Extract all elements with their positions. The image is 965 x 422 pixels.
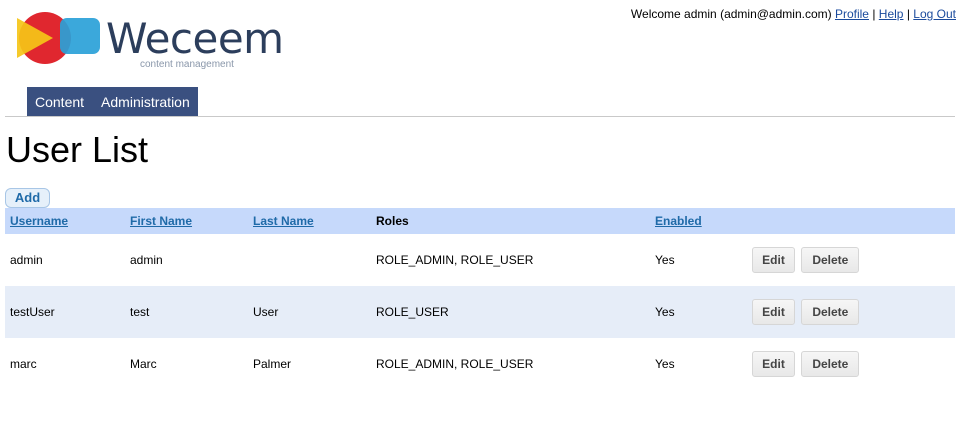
cell-actions: Edit Delete bbox=[747, 234, 955, 286]
nav-item-content[interactable]: Content bbox=[35, 94, 84, 110]
table-row: admin admin ROLE_ADMIN, ROLE_USER Yes Ed… bbox=[5, 234, 955, 286]
cell-last-name bbox=[248, 234, 371, 286]
user-table: Username First Name Last Name Roles Enab… bbox=[5, 208, 955, 390]
separator: | bbox=[872, 7, 876, 21]
header-first-name: First Name bbox=[125, 208, 248, 234]
cell-roles: ROLE_USER bbox=[371, 286, 650, 338]
cell-username: marc bbox=[10, 357, 37, 371]
cell-actions: Edit Delete bbox=[747, 338, 955, 390]
profile-link[interactable]: Profile bbox=[835, 7, 869, 21]
header-last-name: Last Name bbox=[248, 208, 371, 234]
sort-enabled-link[interactable]: Enabled bbox=[655, 214, 702, 228]
weceem-logo: Weceem content management bbox=[15, 8, 284, 70]
cell-last-name: User bbox=[248, 286, 371, 338]
cell-username: admin bbox=[10, 253, 43, 267]
user-bar: Welcome admin (admin@admin.com) Profile … bbox=[631, 7, 956, 21]
add-user-button[interactable]: Add bbox=[5, 188, 50, 208]
cell-actions: Edit Delete bbox=[747, 286, 955, 338]
cell-roles: ROLE_ADMIN, ROLE_USER bbox=[376, 253, 534, 267]
logo-tagline: content management bbox=[140, 59, 234, 70]
cell-first-name: test bbox=[125, 286, 248, 338]
logout-link[interactable]: Log Out bbox=[913, 7, 956, 21]
edit-button[interactable]: Edit bbox=[752, 247, 795, 273]
weceem-logo-icon bbox=[17, 12, 100, 64]
delete-button[interactable]: Delete bbox=[801, 247, 860, 273]
header-roles: Roles bbox=[371, 208, 650, 234]
header-enabled: Enabled bbox=[650, 208, 747, 234]
cell-first-name: admin bbox=[130, 253, 163, 267]
sort-username-link[interactable]: Username bbox=[10, 214, 68, 228]
nav-divider bbox=[5, 116, 955, 117]
cell-roles: ROLE_ADMIN, ROLE_USER bbox=[376, 357, 534, 371]
edit-button[interactable]: Edit bbox=[752, 299, 795, 325]
separator: | bbox=[906, 7, 910, 21]
welcome-text: Welcome admin (admin@admin.com) bbox=[630, 7, 832, 21]
edit-button[interactable]: Edit bbox=[752, 351, 795, 377]
cell-last-name: Palmer bbox=[253, 357, 292, 371]
help-link[interactable]: Help bbox=[879, 7, 904, 21]
delete-button[interactable]: Delete bbox=[801, 299, 860, 325]
delete-button[interactable]: Delete bbox=[801, 351, 860, 377]
cell-enabled: Yes bbox=[655, 357, 675, 371]
sort-first-name-link[interactable]: First Name bbox=[130, 214, 192, 228]
cell-username: testUser bbox=[5, 286, 125, 338]
table-header-row: Username First Name Last Name Roles Enab… bbox=[5, 208, 955, 234]
page-title: User List bbox=[6, 129, 149, 170]
table-row: marc Marc Palmer ROLE_ADMIN, ROLE_USER Y… bbox=[5, 338, 955, 390]
cell-first-name: Marc bbox=[130, 357, 157, 371]
nav-item-administration[interactable]: Administration bbox=[101, 94, 190, 110]
table-row: testUser test User ROLE_USER Yes Edit De… bbox=[5, 286, 955, 338]
header-username: Username bbox=[5, 208, 125, 234]
cell-enabled: Yes bbox=[650, 286, 747, 338]
main-nav: Content Administration bbox=[27, 87, 198, 116]
logo-name: Weceem bbox=[106, 14, 284, 63]
cell-enabled: Yes bbox=[655, 253, 675, 267]
header-actions bbox=[747, 208, 955, 234]
sort-last-name-link[interactable]: Last Name bbox=[253, 214, 314, 228]
